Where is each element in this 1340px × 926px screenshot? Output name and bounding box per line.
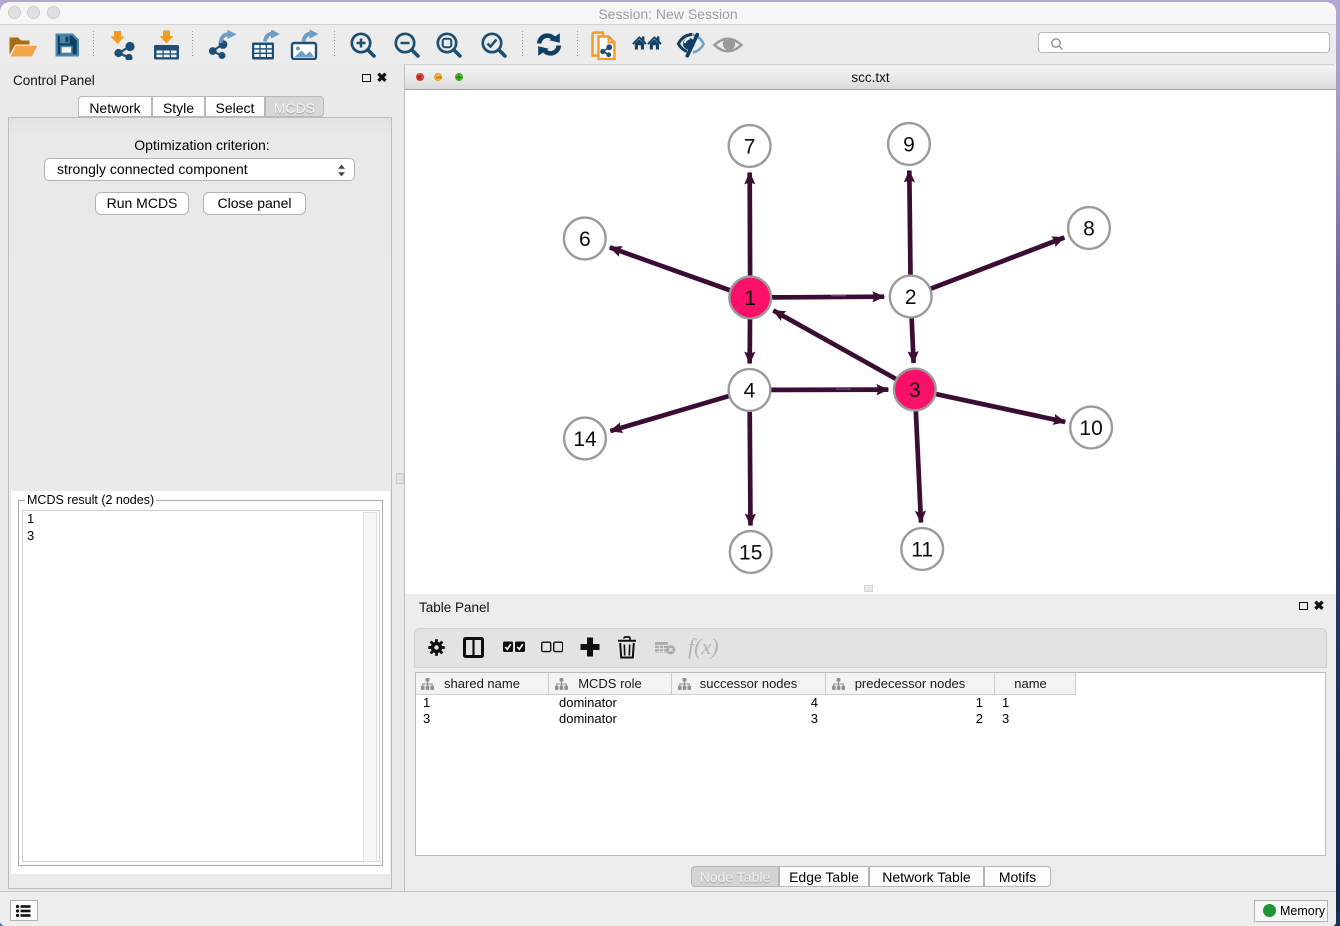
svg-text:7: 7 xyxy=(744,136,756,159)
svg-text:9: 9 xyxy=(903,134,915,157)
svg-text:10: 10 xyxy=(1079,417,1102,440)
svg-text:11: 11 xyxy=(911,539,933,562)
svg-text:2: 2 xyxy=(905,286,917,309)
svg-text:4: 4 xyxy=(744,380,756,403)
svg-text:3: 3 xyxy=(909,379,921,402)
svg-text:6: 6 xyxy=(579,228,591,251)
svg-text:8: 8 xyxy=(1083,218,1095,241)
svg-text:14: 14 xyxy=(573,428,597,451)
svg-text:15: 15 xyxy=(739,542,762,565)
svg-text:1: 1 xyxy=(744,287,756,310)
